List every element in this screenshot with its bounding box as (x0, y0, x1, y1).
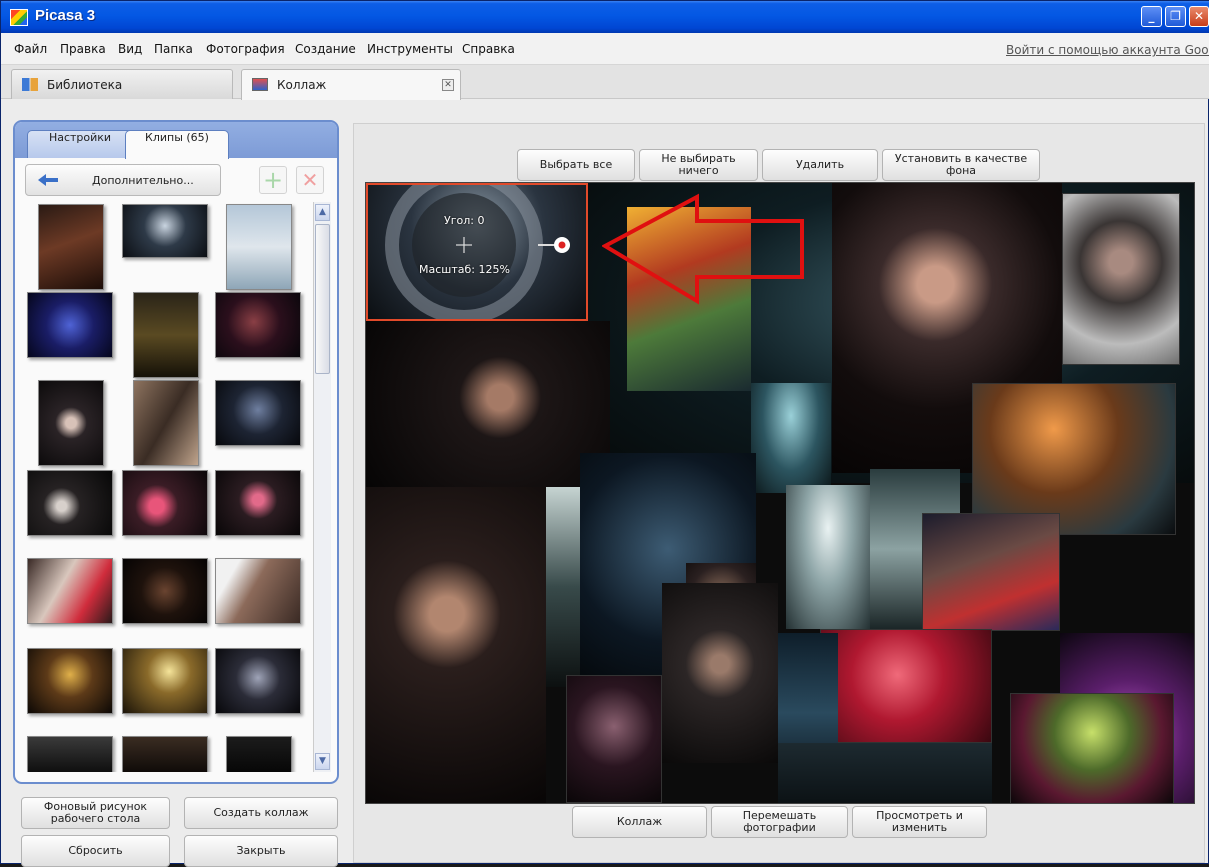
collage-photo[interactable] (1010, 693, 1174, 803)
collage-photo[interactable] (922, 513, 1060, 631)
scale-label: Масштаб: 125% (419, 263, 510, 276)
menu-folder[interactable]: Папка (154, 42, 193, 56)
create-collage-button[interactable]: Создать коллаж (184, 797, 338, 829)
clip-thumbnail[interactable] (215, 648, 301, 714)
more-button-label: Дополнительно... (92, 174, 194, 187)
collage-icon (252, 78, 268, 91)
menu-create[interactable]: Создание (295, 42, 356, 56)
close-window-button[interactable]: ✕ (1189, 6, 1209, 27)
maximize-button[interactable]: ❐ (1165, 6, 1186, 27)
clip-thumbnail[interactable] (226, 736, 292, 772)
tab-library[interactable]: Библиотека (11, 69, 233, 99)
collage-photo[interactable] (366, 321, 610, 491)
annotation-arrow-icon (602, 193, 804, 305)
delete-button[interactable]: Удалить (762, 149, 878, 181)
collage-photo[interactable] (820, 629, 992, 743)
tab-library-label: Библиотека (47, 78, 123, 92)
clip-thumbnail[interactable] (133, 380, 199, 466)
menu-edit[interactable]: Правка (60, 42, 106, 56)
tab-collage-label: Коллаж (277, 78, 327, 92)
minimize-button[interactable]: _ (1141, 6, 1162, 27)
clip-thumbnail[interactable] (38, 380, 104, 466)
collage-photo[interactable] (786, 485, 870, 629)
collage-canvas[interactable]: Угол: 0 Масштаб: 125% (365, 182, 1195, 804)
collage-photo[interactable] (546, 487, 584, 687)
clips-scrollbar[interactable]: ▲ ▼ (313, 202, 331, 772)
desktop-wallpaper-button[interactable]: Фоновый рисунок рабочего стола (21, 797, 170, 829)
clip-thumbnail[interactable] (122, 470, 208, 536)
tab-collage[interactable]: Коллаж ✕ (241, 69, 461, 100)
clip-thumbnail[interactable] (215, 470, 301, 536)
shuffle-photos-button[interactable]: Перемешать фотографии (711, 806, 848, 838)
tab-clips[interactable]: Клипы (65) (125, 130, 229, 159)
collage-settings-panel: Настройки Клипы (65) Дополнительно... + … (13, 120, 339, 784)
clips-thumbnail-grid (23, 202, 313, 772)
tab-settings[interactable]: Настройки (27, 130, 133, 158)
clip-thumbnail[interactable] (133, 292, 199, 378)
select-none-button[interactable]: Не выбирать ничего (639, 149, 758, 181)
clip-thumbnail[interactable] (122, 558, 208, 624)
rotation-angle-label: Угол: 0 (444, 214, 485, 227)
window-title: Picasa 3 (35, 7, 96, 24)
select-all-button[interactable]: Выбрать все (517, 149, 635, 181)
close-tab-icon[interactable]: ✕ (442, 79, 454, 91)
collage-photo[interactable] (778, 743, 992, 803)
remove-clip-icon[interactable]: ✕ (296, 166, 324, 194)
scrollbar-thumb[interactable] (315, 224, 330, 374)
more-button[interactable]: Дополнительно... (25, 164, 221, 196)
view-and-edit-button[interactable]: Просмотреть и изменить (852, 806, 987, 838)
clip-thumbnail[interactable] (38, 204, 104, 290)
menu-bar: Файл Правка Вид Папка Фотография Создани… (1, 33, 1209, 65)
clip-thumbnail[interactable] (122, 204, 208, 258)
clip-thumbnail[interactable] (215, 558, 301, 624)
picasa-app-icon (10, 9, 28, 26)
clip-thumbnail[interactable] (27, 470, 113, 536)
title-bar: Picasa 3 _ ❐ ✕ (1, 1, 1209, 33)
collage-photo[interactable] (366, 487, 546, 803)
clip-thumbnail[interactable] (215, 380, 301, 446)
clip-thumbnail[interactable] (122, 736, 208, 772)
add-clip-icon[interactable]: + (259, 166, 287, 194)
reset-button[interactable]: Сбросить (21, 835, 170, 867)
clip-thumbnail[interactable] (27, 292, 113, 358)
library-icon (22, 78, 38, 91)
close-button[interactable]: Закрыть (184, 835, 338, 867)
scroll-down-icon[interactable]: ▼ (315, 753, 330, 770)
set-as-background-button[interactable]: Установить в качестве фона (882, 149, 1040, 181)
picasa-window: Picasa 3 _ ❐ ✕ Файл Правка Вид Папка Фот… (0, 0, 1209, 867)
back-arrow-icon (38, 174, 58, 186)
clip-thumbnail[interactable] (27, 648, 113, 714)
menu-tools[interactable]: Инструменты (367, 42, 453, 56)
menu-photo[interactable]: Фотография (206, 42, 285, 56)
menu-view[interactable]: Вид (118, 42, 142, 56)
clip-thumbnail[interactable] (122, 648, 208, 714)
clip-thumbnail[interactable] (27, 558, 113, 624)
menu-help[interactable]: Справка (462, 42, 515, 56)
clip-thumbnail[interactable] (226, 204, 292, 290)
clip-thumbnail[interactable] (215, 292, 301, 358)
collage-photo[interactable] (566, 675, 662, 803)
document-tab-strip: Библиотека Коллаж ✕ (1, 65, 1209, 100)
scroll-up-icon[interactable]: ▲ (315, 204, 330, 221)
clip-thumbnail[interactable] (27, 736, 113, 772)
collage-photo[interactable] (1062, 193, 1180, 365)
collage-photo[interactable] (662, 583, 778, 763)
selection-frame (366, 183, 588, 321)
menu-file[interactable]: Файл (14, 42, 47, 56)
collage-button[interactable]: Коллаж (572, 806, 707, 838)
google-signin-link[interactable]: Войти с помощью аккаунта Googl (1006, 43, 1209, 57)
collage-photo[interactable] (751, 383, 831, 493)
